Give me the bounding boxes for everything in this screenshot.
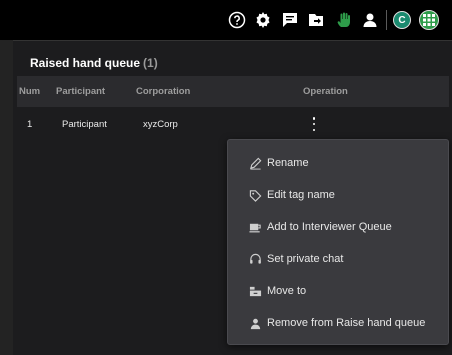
- menu-item-label: Add to Interviewer Queue: [267, 221, 392, 233]
- pencil-icon: [248, 156, 262, 170]
- panel-title-text: Raised hand queue: [30, 56, 141, 70]
- menu-item-add-to-interviewer-queue[interactable]: Add to Interviewer Queue: [228, 211, 448, 243]
- menu-item-label: Move to: [267, 285, 307, 297]
- row-participant: Participant: [62, 119, 107, 130]
- col-participant: Participant: [56, 86, 106, 97]
- row-corporation: xyzCorp: [143, 119, 178, 130]
- menu-item-rename[interactable]: Rename: [228, 147, 448, 179]
- top-toolbar: C: [0, 0, 452, 40]
- move-icon: [248, 284, 262, 298]
- tag-icon: [248, 188, 262, 202]
- menu-item-remove-from-raise-hand-queue[interactable]: Remove from Raise hand queue: [228, 307, 448, 339]
- help-icon[interactable]: [228, 11, 246, 29]
- col-num: Num: [19, 86, 41, 97]
- table-row: 1 Participant xyzCorp: [17, 113, 449, 137]
- apps-grid-icon[interactable]: [419, 10, 439, 30]
- col-corporation: Corporation: [136, 86, 191, 97]
- menu-item-label: Remove from Raise hand queue: [267, 317, 426, 329]
- chat-icon[interactable]: [281, 11, 299, 29]
- menu-item-edit-tag-name[interactable]: Edit tag name: [228, 179, 448, 211]
- menu-item-label: Rename: [267, 157, 309, 169]
- menu-item-set-private-chat[interactable]: Set private chat: [228, 243, 448, 275]
- row-num: 1: [27, 119, 33, 130]
- avatar-initial: C: [398, 14, 406, 26]
- menu-item-label: Edit tag name: [267, 189, 335, 201]
- headset-icon: [248, 252, 262, 266]
- person-icon: [248, 316, 262, 330]
- avatar[interactable]: C: [393, 11, 411, 29]
- more-options-icon[interactable]: [310, 117, 318, 131]
- share-icon[interactable]: [307, 11, 325, 29]
- table-header: Num Participant Corporation Operation: [17, 76, 449, 107]
- panel-title: Raised hand queue (1): [30, 56, 158, 70]
- queue-count: (1): [143, 56, 158, 70]
- toolbar-divider: [386, 10, 387, 30]
- col-operation: Operation: [303, 86, 348, 97]
- menu-item-label: Set private chat: [267, 253, 344, 265]
- operation-menu: Rename Edit tag name Add to Interviewer …: [227, 139, 449, 345]
- gear-icon[interactable]: [254, 11, 272, 29]
- cup-icon: [248, 220, 262, 234]
- raise-hand-icon[interactable]: [335, 11, 353, 29]
- person-icon[interactable]: [361, 11, 379, 29]
- menu-item-move-to[interactable]: Move to: [228, 275, 448, 307]
- left-panel-edge: [0, 40, 13, 355]
